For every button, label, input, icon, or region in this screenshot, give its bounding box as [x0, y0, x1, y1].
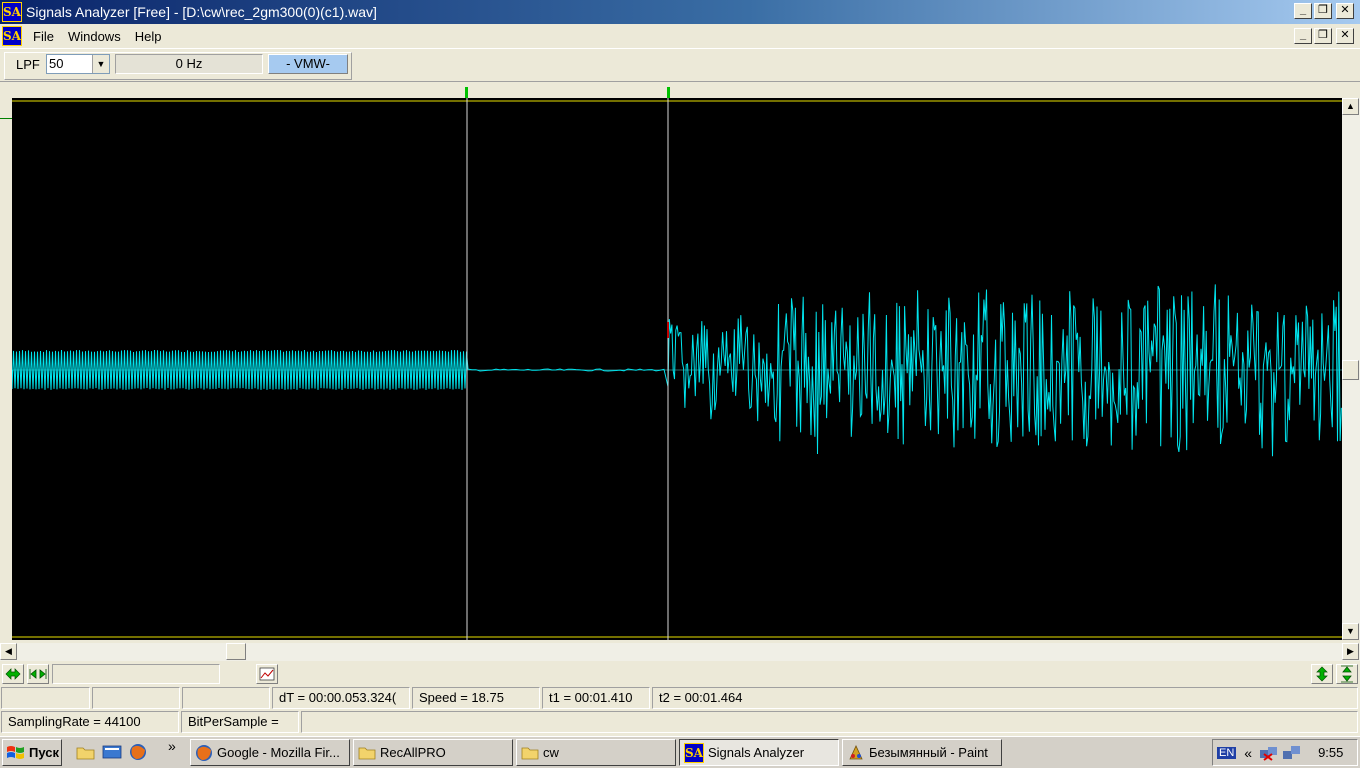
- task-firefox[interactable]: Google - Mozilla Fir...: [190, 739, 350, 766]
- speed: Speed = 18.75: [412, 687, 540, 709]
- app-logo-icon: SA: [2, 2, 22, 22]
- minimize-button[interactable]: _: [1294, 3, 1312, 19]
- expand-vertical-icon: [1316, 666, 1328, 682]
- task-label: Безымянный - Paint: [869, 745, 988, 760]
- menu-help[interactable]: Help: [128, 29, 169, 44]
- zoom-in-vertical-button[interactable]: [1311, 664, 1333, 684]
- document-logo-icon[interactable]: SA: [2, 26, 22, 46]
- windows-logo-icon: [7, 745, 24, 759]
- firefox-icon: [196, 744, 212, 761]
- toolbar: LPF 50 ▼ 0 Hz - VMW-: [0, 48, 1360, 82]
- task-signals-analyzer[interactable]: SA Signals Analyzer: [679, 739, 839, 766]
- restore-button[interactable]: ❐: [1314, 3, 1332, 19]
- waveform-display[interactable]: [11, 98, 1342, 640]
- network-icon[interactable]: [1282, 744, 1302, 762]
- lpf-label: LPF: [16, 57, 40, 72]
- system-tray: EN « 9:55: [1212, 739, 1358, 766]
- vmw-button[interactable]: - VMW-: [268, 54, 348, 74]
- bits-per-sample: BitPerSample =: [181, 711, 299, 733]
- quick-launch-overflow-icon[interactable]: »: [168, 738, 176, 754]
- menu-bar: SA File Windows Help _ ❐ ✕: [0, 24, 1360, 48]
- status-cell-1: [1, 687, 90, 709]
- doc-close-button[interactable]: ✕: [1336, 28, 1354, 44]
- tool-row: [0, 662, 1360, 686]
- task-label: cw: [543, 745, 559, 760]
- desktop-quicklaunch-icon[interactable]: [102, 743, 122, 761]
- zoom-in-horizontal-button[interactable]: [27, 664, 49, 684]
- doc-minimize-button[interactable]: _: [1294, 28, 1312, 44]
- waveform-svg: [11, 98, 1342, 640]
- status-cell-2: [92, 687, 180, 709]
- status-cell-empty: [301, 711, 1358, 733]
- horizontal-scrollbar[interactable]: ◀ ▶: [0, 643, 1360, 661]
- task-paint[interactable]: Безымянный - Paint: [842, 739, 1002, 766]
- folder-icon: [521, 747, 539, 759]
- scroll-left-icon[interactable]: ◀: [0, 643, 17, 660]
- dropdown-arrow-icon[interactable]: ▼: [92, 55, 109, 73]
- lpf-value: 50: [49, 56, 64, 71]
- network-disconnected-icon[interactable]: [1258, 744, 1280, 762]
- spectrum-button[interactable]: [256, 664, 278, 684]
- scroll-down-icon[interactable]: ▼: [1342, 623, 1359, 640]
- signals-analyzer-icon: SA: [684, 742, 704, 763]
- vertical-scroll-thumb[interactable]: [1342, 360, 1359, 380]
- task-cw-folder[interactable]: cw: [516, 739, 676, 766]
- folder-quicklaunch-icon[interactable]: [76, 743, 96, 761]
- status-bar-file-info: SamplingRate = 44100 BitPerSample =: [0, 710, 1360, 734]
- title-bar[interactable]: SA Signals Analyzer [Free] - [D:\cw\rec_…: [0, 0, 1360, 24]
- document-controls: _ ❐ ✕: [1294, 28, 1354, 44]
- vertical-scrollbar[interactable]: ▲ ▼: [1342, 98, 1360, 640]
- horizontal-scroll-thumb[interactable]: [226, 643, 246, 660]
- clock: 9:55: [1318, 745, 1344, 760]
- plot-area: ▲ ▼: [0, 83, 1360, 643]
- tool-row-field: [52, 664, 220, 684]
- tray-expand-icon[interactable]: «: [1244, 745, 1252, 761]
- scroll-up-icon[interactable]: ▲: [1342, 98, 1359, 115]
- start-button[interactable]: Пуск: [2, 739, 62, 766]
- doc-restore-button[interactable]: ❐: [1314, 28, 1332, 44]
- sampling-rate: SamplingRate = 44100: [1, 711, 179, 733]
- lpf-select[interactable]: 50 ▼: [46, 54, 110, 74]
- task-recallpro[interactable]: RecAllPRO: [353, 739, 513, 766]
- status-bar-measurements: dT = 00:00.053.324( Speed = 18.75 t1 = 0…: [0, 686, 1360, 710]
- folder-icon: [358, 747, 376, 759]
- scroll-right-icon[interactable]: ▶: [1342, 643, 1359, 660]
- language-indicator[interactable]: EN: [1217, 746, 1237, 759]
- close-button[interactable]: ✕: [1336, 3, 1354, 19]
- task-label: Signals Analyzer: [708, 745, 805, 760]
- delta-time: dT = 00:00.053.324(: [272, 687, 410, 709]
- frequency-display: 0 Hz: [115, 54, 263, 74]
- screen: SA Signals Analyzer [Free] - [D:\cw\rec_…: [0, 0, 1360, 768]
- menu-file[interactable]: File: [26, 29, 61, 44]
- task-label: RecAllPRO: [380, 745, 446, 760]
- left-marker: [0, 118, 12, 119]
- start-label: Пуск: [29, 745, 59, 760]
- paint-icon: [849, 744, 863, 759]
- zoom-out-vertical-button[interactable]: [1336, 664, 1358, 684]
- spectrum-chart-icon: [259, 667, 275, 681]
- window-controls: _ ❐ ✕: [1294, 3, 1354, 19]
- time-cursor-1: t1 = 00:01.410: [542, 687, 650, 709]
- compress-horizontal-icon: [29, 669, 47, 679]
- menu-windows[interactable]: Windows: [61, 29, 128, 44]
- quick-launch: [76, 743, 148, 761]
- status-cell-3: [182, 687, 270, 709]
- firefox-quicklaunch-icon[interactable]: [128, 743, 148, 761]
- task-label: Google - Mozilla Fir...: [217, 745, 340, 760]
- compress-vertical-icon: [1341, 665, 1353, 683]
- zoom-out-horizontal-button[interactable]: [2, 664, 24, 684]
- taskbar: Пуск » Google - Mozilla Fir... RecAllPRO…: [0, 736, 1360, 768]
- expand-horizontal-icon: [5, 668, 21, 680]
- time-cursor-2: t2 = 00:01.464: [652, 687, 1358, 709]
- window-title: Signals Analyzer [Free] - [D:\cw\rec_2gm…: [26, 4, 377, 20]
